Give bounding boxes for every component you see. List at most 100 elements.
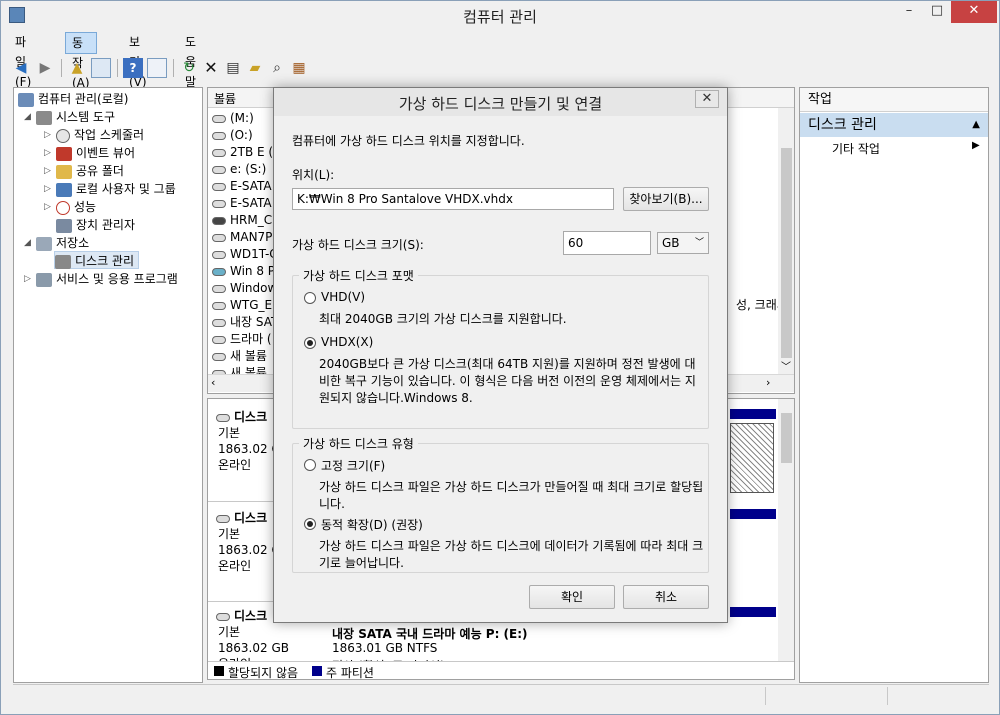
tree-label: 컴퓨터 관리(로컬) — [38, 92, 129, 106]
close-button[interactable]: ✕ — [951, 1, 997, 23]
dialog-body: 컴퓨터에 가상 하드 디스크 위치를 지정합니다. 위치(L): K:₩Win … — [282, 118, 719, 616]
tree-item-disk-management[interactable]: 디스크 관리 — [54, 251, 140, 269]
volume-list-scrollbar[interactable]: ﹀ — [778, 108, 794, 374]
actions-header: 작업 — [800, 88, 988, 112]
menu-action[interactable]: 동작(A) — [65, 32, 97, 90]
help-icon[interactable]: ? — [123, 58, 143, 78]
delete-icon[interactable]: ✕ — [201, 58, 221, 78]
expand-icon[interactable]: ▷ — [44, 126, 54, 144]
fixed-size-label[interactable]: 고정 크기(F) — [321, 457, 385, 474]
list-item[interactable]: Window — [212, 280, 277, 297]
action-more-actions[interactable]: 기타 작업 — [832, 140, 880, 157]
tree-item-performance[interactable]: 성능 — [56, 198, 96, 216]
drive-icon — [212, 233, 226, 242]
tree-item-root[interactable]: 컴퓨터 관리(로컬) — [18, 90, 128, 108]
scroll-right-icon[interactable]: › — [766, 376, 770, 389]
collapse-icon[interactable]: ◢ — [24, 108, 34, 126]
status-bar — [13, 684, 989, 706]
column-header-volume[interactable]: 볼륨 — [214, 90, 236, 107]
tree-item-event-viewer[interactable]: 이벤트 뷰어 — [56, 144, 135, 162]
list-item[interactable]: 새 볼륨 — [212, 348, 267, 365]
tree-item-storage[interactable]: 저장소 — [36, 234, 89, 252]
dynamic-radio[interactable] — [304, 518, 316, 530]
refresh-icon[interactable]: ↻ — [179, 58, 199, 78]
drive-icon — [216, 612, 230, 621]
drive-icon — [212, 131, 226, 140]
tree-item-local-users[interactable]: 로컬 사용자 및 그룹 — [56, 180, 176, 198]
show-hide-tree-icon[interactable] — [91, 58, 111, 78]
settings-icon[interactable]: ▦ — [289, 58, 309, 78]
size-unit-select[interactable]: GB ﹀ — [657, 232, 709, 254]
drive-icon — [212, 318, 226, 327]
collapse-icon[interactable]: ◢ — [24, 234, 34, 252]
list-item[interactable]: WD1T-C — [212, 246, 278, 263]
minimize-button[interactable]: – — [895, 1, 923, 23]
browse-button[interactable]: 찾아보기(B)... — [623, 187, 709, 211]
scroll-left-icon[interactable]: ‹ — [211, 376, 215, 389]
menu-file[interactable]: 파일(F) — [9, 32, 37, 89]
search-icon[interactable]: ⌕ — [267, 58, 287, 78]
list-item[interactable]: HRM_CP — [212, 212, 279, 229]
properties-icon[interactable]: ▤ — [223, 58, 243, 78]
scroll-down-icon[interactable]: ﹀ — [781, 358, 791, 373]
tree-item-task-scheduler[interactable]: 작업 스케줄러 — [56, 126, 144, 144]
size-unit-value: GB — [662, 236, 680, 250]
partition-block[interactable] — [730, 423, 774, 493]
back-icon[interactable]: ◀ — [11, 58, 31, 78]
volume-name: E-SATA — [230, 179, 272, 193]
expand-icon[interactable]: ▷ — [44, 198, 54, 216]
tree-item-services[interactable]: 서비스 및 응용 프로그램 — [36, 270, 178, 288]
expand-icon[interactable]: ▷ — [44, 144, 54, 162]
list-item[interactable]: E-SATA — [212, 178, 272, 195]
dynamic-label[interactable]: 동적 확장(D) (권장) — [321, 516, 423, 533]
collapse-section-icon[interactable]: ▲ — [972, 113, 980, 137]
menu-view[interactable]: 보기(V) — [123, 32, 153, 89]
tree-item-device-manager[interactable]: 장치 관리자 — [56, 216, 135, 234]
list-item[interactable]: E-SATA — [212, 195, 272, 212]
list-item[interactable]: MAN7PE — [212, 229, 280, 246]
dialog-title: 가상 하드 디스크 만들기 및 연결 — [398, 95, 603, 113]
drive-icon — [216, 514, 230, 523]
cancel-button[interactable]: 취소 — [623, 585, 709, 609]
show-action-pane-icon[interactable] — [147, 58, 167, 78]
list-item[interactable]: 내장 SAT — [212, 314, 278, 331]
list-item[interactable]: Win 8 Pr — [212, 263, 280, 280]
partition-bar[interactable] — [730, 607, 776, 617]
forward-icon[interactable]: ▶ — [35, 58, 55, 78]
partition-bar[interactable] — [730, 409, 776, 419]
actions-section-disk-management[interactable]: 디스크 관리 ▲ — [800, 113, 988, 137]
list-item[interactable]: 드라마 ( — [212, 331, 272, 348]
list-item[interactable]: (O:) — [212, 127, 253, 144]
fixed-size-radio[interactable] — [304, 459, 316, 471]
vhdx-radio[interactable] — [304, 337, 316, 349]
list-item[interactable]: (M:) — [212, 110, 254, 127]
maximize-button[interactable]: □ — [923, 1, 951, 23]
expand-icon[interactable]: ▷ — [24, 270, 34, 288]
size-input[interactable]: 60 — [563, 231, 651, 255]
list-item[interactable]: 2TB E (N — [212, 144, 282, 161]
ok-button[interactable]: 확인 — [529, 585, 615, 609]
expand-icon[interactable]: ▷ — [44, 162, 54, 180]
dialog-close-button[interactable]: ✕ — [695, 90, 719, 108]
scrollbar-thumb[interactable] — [781, 413, 792, 463]
tree-label: 이벤트 뷰어 — [76, 146, 136, 160]
tree-item-shared-folders[interactable]: 공유 폴더 — [56, 162, 124, 180]
vhd-label[interactable]: VHD(V) — [321, 290, 365, 304]
up-folder-icon[interactable]: ▲ — [67, 58, 87, 78]
menu-help[interactable]: 도움말(H) — [179, 32, 209, 109]
tree-item-system-tools[interactable]: 시스템 도구 — [36, 108, 115, 126]
list-item[interactable]: WTG_EN — [212, 297, 281, 314]
open-folder-icon[interactable]: ▰ — [245, 58, 265, 78]
disk-view-scrollbar[interactable] — [778, 399, 794, 661]
scrollbar-thumb[interactable] — [781, 148, 792, 358]
expand-icon[interactable]: ▷ — [44, 180, 54, 198]
vhd-radio[interactable] — [304, 292, 316, 304]
title-bar: 컴퓨터 관리 – □ ✕ — [1, 1, 999, 31]
location-input[interactable]: K:₩Win 8 Pro Santalove VHDX.vhdx — [292, 188, 614, 210]
partition-bar[interactable] — [730, 509, 776, 519]
vhdx-label[interactable]: VHDX(X) — [321, 335, 373, 349]
list-item[interactable]: e: (S:) — [212, 161, 266, 178]
partition-info[interactable]: 내장 SATA 국내 드라마 예능 P: (E:) 1863.01 GB NTF… — [328, 621, 776, 665]
vhdx-description: 2040GB보다 큰 가상 디스크(최대 64TB 지원)를 지원하며 정전 발… — [319, 357, 696, 405]
shared-folder-icon — [56, 164, 72, 179]
